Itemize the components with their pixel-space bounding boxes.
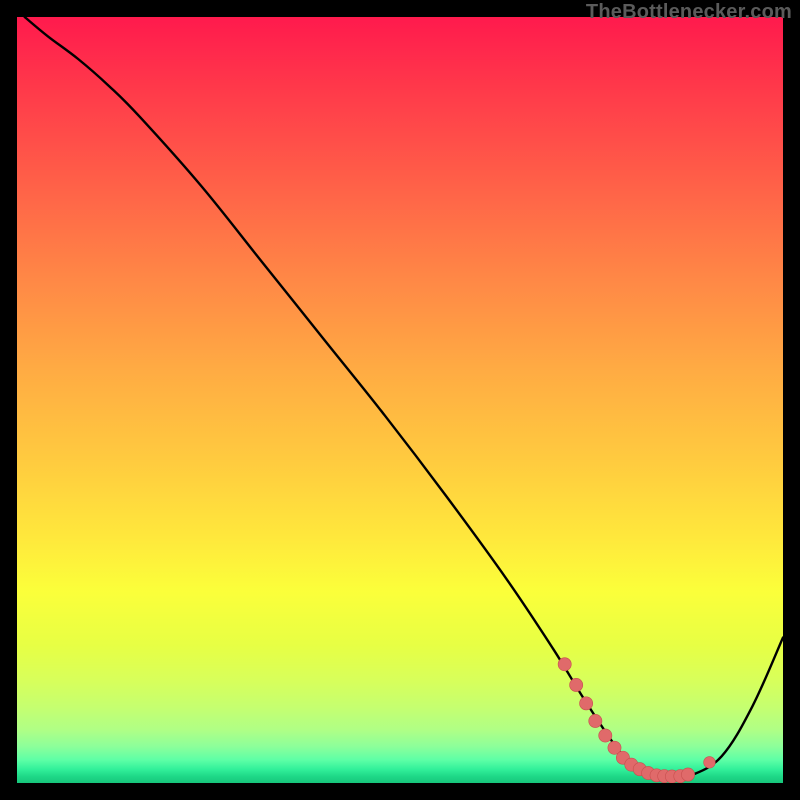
- highlight-dot: [681, 768, 694, 781]
- highlight-dot: [570, 678, 583, 691]
- plot-area: [17, 17, 783, 783]
- highlight-dot: [589, 714, 602, 727]
- highlight-dot: [704, 757, 716, 769]
- highlight-markers: [558, 658, 715, 783]
- highlight-dot: [599, 729, 612, 742]
- curve-layer: [17, 17, 783, 783]
- chart-stage: TheBottlenecker.com: [0, 0, 800, 800]
- highlight-dot: [558, 658, 571, 671]
- bottleneck-curve: [25, 17, 783, 777]
- source-label: TheBottlenecker.com: [586, 1, 792, 24]
- highlight-dot: [580, 697, 593, 710]
